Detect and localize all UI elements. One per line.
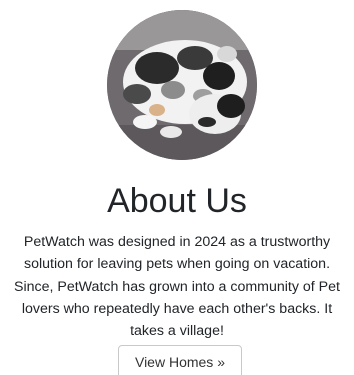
about-description: PetWatch was designed in 2024 as a trust… (14, 234, 340, 340)
puppy-photo (107, 10, 257, 160)
about-section: About Us PetWatch was designed in 2024 a… (0, 0, 354, 375)
view-homes-button[interactable]: View Homes » (118, 345, 242, 375)
page-title: About Us (107, 182, 247, 220)
